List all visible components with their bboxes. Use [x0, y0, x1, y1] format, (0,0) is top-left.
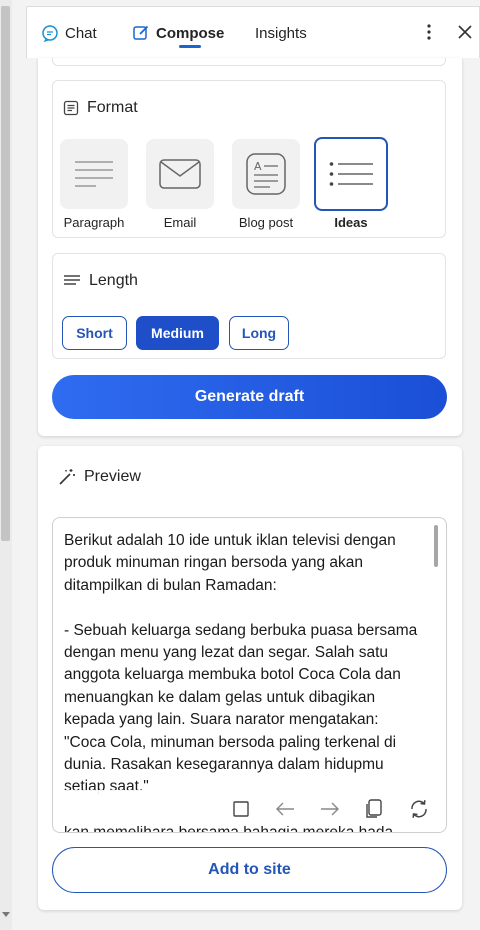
copy-button[interactable]	[363, 798, 385, 820]
refresh-icon	[411, 800, 427, 818]
outer-scrollbar-thumb[interactable]	[1, 6, 10, 541]
arrow-left-icon	[276, 802, 294, 816]
length-section: Length Short Medium Long	[52, 253, 446, 359]
scroll-down-arrow-icon[interactable]	[2, 912, 10, 917]
length-title-label: Length	[89, 272, 138, 289]
tab-insights[interactable]: Insights	[255, 7, 307, 59]
format-option-email[interactable]: Email	[142, 139, 218, 230]
format-option-label: Email	[163, 215, 197, 230]
tab-chat-label: Chat	[65, 24, 97, 42]
paragraph-tile[interactable]	[60, 139, 128, 209]
stop-button[interactable]	[230, 798, 252, 820]
preview-text-area[interactable]: Berikut adalah 10 ide untuk iklan televi…	[52, 517, 447, 833]
previous-button[interactable]	[274, 798, 296, 820]
tab-chat[interactable]: Chat	[41, 7, 97, 59]
tab-compose-label: Compose	[156, 24, 225, 42]
length-medium-button[interactable]: Medium	[136, 316, 219, 350]
format-title-label: Format	[87, 99, 138, 116]
format-section: Format Paragraph Email A Blog post Ideas	[52, 80, 446, 238]
ideas-icon	[329, 162, 373, 186]
outer-scrollbar[interactable]	[0, 0, 12, 930]
ideas-tile[interactable]	[314, 137, 388, 211]
previous-section-edge	[52, 58, 446, 66]
copy-icon	[366, 799, 382, 818]
length-long-button[interactable]: Long	[229, 316, 289, 350]
tab-insights-label: Insights	[255, 24, 307, 42]
format-icon	[63, 100, 79, 116]
length-icon	[63, 274, 81, 288]
compose-icon	[132, 24, 150, 42]
format-option-label: Ideas	[334, 215, 368, 230]
preview-card: Preview Berikut adalah 10 ide untuk ikla…	[38, 446, 462, 910]
close-button[interactable]	[453, 19, 477, 45]
preview-title: Preview	[58, 468, 141, 486]
more-options-button[interactable]	[417, 19, 441, 45]
generate-draft-button[interactable]: Generate draft	[52, 375, 447, 419]
preview-toolbar	[53, 790, 446, 826]
more-vertical-icon	[427, 24, 431, 40]
format-option-paragraph[interactable]: Paragraph	[56, 139, 132, 230]
compose-card: Format Paragraph Email A Blog post Ideas	[38, 58, 462, 436]
format-option-ideas[interactable]: Ideas	[313, 137, 389, 230]
arrow-right-icon	[321, 802, 339, 816]
close-icon	[458, 25, 472, 39]
preview-text: Berikut adalah 10 ide untuk iklan televi…	[64, 532, 418, 796]
preview-scrollbar-thumb[interactable]	[434, 525, 438, 567]
chat-icon	[41, 24, 59, 42]
add-to-site-button[interactable]: Add to site	[52, 847, 447, 893]
email-tile[interactable]	[146, 139, 214, 209]
length-short-button[interactable]: Short	[62, 316, 127, 350]
preview-title-label: Preview	[84, 468, 141, 485]
active-tab-indicator	[179, 45, 201, 48]
format-option-label: Blog post	[238, 215, 294, 230]
paragraph-icon	[75, 161, 113, 187]
magic-wand-icon	[58, 468, 76, 486]
stop-icon	[233, 801, 249, 817]
regenerate-button[interactable]	[408, 798, 430, 820]
svg-text:A: A	[254, 160, 262, 173]
format-title: Format	[63, 99, 138, 117]
email-icon	[159, 159, 201, 189]
blog-post-icon: A	[246, 153, 286, 195]
format-option-blog-post[interactable]: A Blog post	[228, 139, 304, 230]
next-button[interactable]	[319, 798, 341, 820]
format-option-label: Paragraph	[63, 215, 125, 230]
sidebar-header: Chat Compose Insights	[26, 6, 480, 58]
tab-compose[interactable]: Compose	[132, 7, 224, 59]
length-title: Length	[63, 272, 138, 290]
blog-post-tile[interactable]: A	[232, 139, 300, 209]
